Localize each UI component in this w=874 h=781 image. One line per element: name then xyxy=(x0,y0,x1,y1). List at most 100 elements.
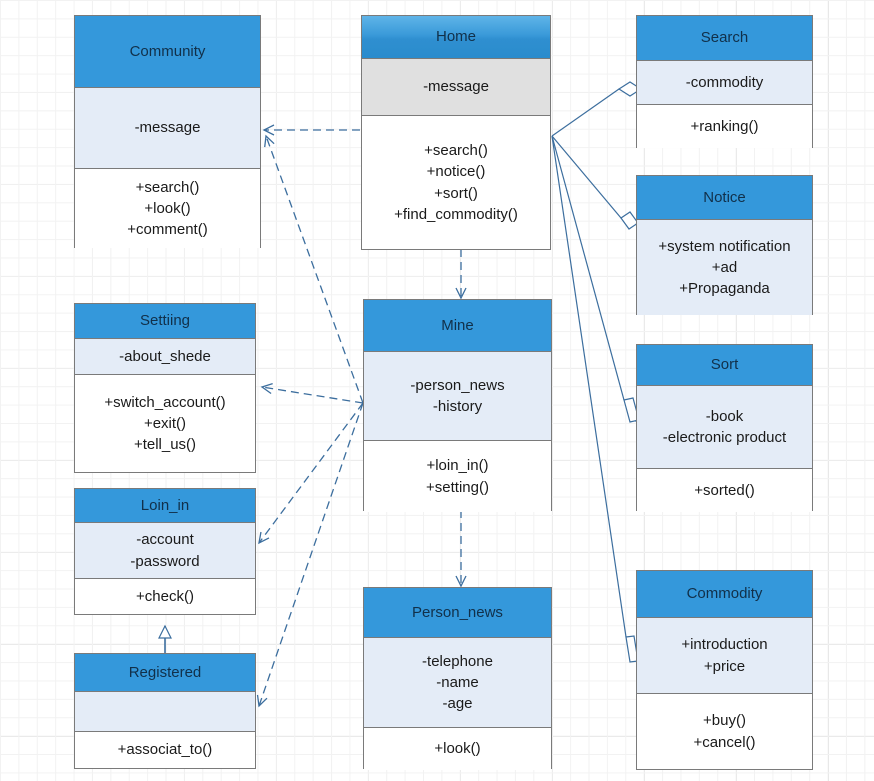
class-title-settiing: Settiing xyxy=(75,304,255,338)
attribute-item: +Propaganda xyxy=(679,280,770,298)
class-operations-commodity: +buy() +cancel() xyxy=(637,693,812,769)
operation-item: +switch_account() xyxy=(104,393,226,411)
uml-class-person-news[interactable]: Person_news -telephone -name -age +look(… xyxy=(363,587,552,770)
class-attributes-loin-in: -account -password xyxy=(75,522,255,578)
edge-home-sort xyxy=(551,135,640,423)
class-name-text: Mine xyxy=(441,316,474,334)
operation-item: +exit() xyxy=(143,414,187,432)
attribute-item: +price xyxy=(703,657,746,675)
class-operations-settiing: +switch_account() +exit() +tell_us() xyxy=(75,374,255,472)
edge-home-search xyxy=(551,81,643,137)
class-name-text: Notice xyxy=(703,188,746,206)
attribute-item: -person_news xyxy=(410,376,505,394)
class-attributes-commodity: +introduction +price xyxy=(637,617,812,693)
class-title-commodity: Commodity xyxy=(637,571,812,617)
attribute-item: -electronic product xyxy=(662,429,787,446)
attribute-item: +system notification xyxy=(658,237,791,255)
uml-class-commodity[interactable]: Commodity +introduction +price +buy() +c… xyxy=(636,570,813,770)
class-title-person-news: Person_news xyxy=(364,588,551,637)
attribute-item: -commodity xyxy=(685,73,764,91)
uml-class-community[interactable]: Community -message +search() +look() +co… xyxy=(74,15,261,248)
uml-class-home[interactable]: Home -message +search() +notice() +sort(… xyxy=(361,15,551,250)
uml-class-registered[interactable]: Registered +associat_to() xyxy=(74,653,256,769)
operation-item: +find_commodity() xyxy=(394,205,518,223)
class-attributes-notice: +system notification +ad +Propaganda xyxy=(637,219,812,315)
class-attributes-person-news: -telephone -name -age xyxy=(364,637,551,727)
attribute-item: +ad xyxy=(711,258,738,276)
class-name-text: Commodity xyxy=(686,585,763,602)
attribute-item: -account xyxy=(136,531,194,549)
class-operations-registered: +associat_to() xyxy=(75,731,255,768)
class-title-sort: Sort xyxy=(637,345,812,385)
attribute-item: -telephone xyxy=(422,652,493,670)
attribute-item: -age xyxy=(442,695,473,713)
edge-mine-loin-in xyxy=(258,402,364,545)
class-operations-community: +search() +look() +comment() xyxy=(75,168,260,248)
attribute-item: -about_shede xyxy=(119,347,211,365)
operation-item: +sort() xyxy=(434,184,478,202)
uml-class-loin-in[interactable]: Loin_in -account -password +check() xyxy=(74,488,256,615)
class-name-text: Community xyxy=(129,42,206,60)
operation-item: +sorted() xyxy=(694,481,755,499)
class-operations-sort: +sorted() xyxy=(637,468,812,512)
operation-item: +associat_to() xyxy=(117,741,213,759)
attribute-item: -name xyxy=(436,673,479,691)
uml-class-mine[interactable]: Mine -person_news -history +loin_in() +s… xyxy=(363,299,552,512)
operation-item: +look() xyxy=(434,740,481,758)
operation-item: +search() xyxy=(424,141,488,159)
operation-item: +comment() xyxy=(127,221,208,239)
class-name-text: Person_news xyxy=(412,603,503,621)
attribute-item: -message xyxy=(423,78,489,96)
uml-class-sort[interactable]: Sort -book -electronic product +sorted() xyxy=(636,344,813,512)
operation-item: +look() xyxy=(144,199,191,217)
operation-item: +buy() xyxy=(703,712,746,730)
uml-class-notice[interactable]: Notice +system notification +ad +Propaga… xyxy=(636,175,813,315)
edge-home-notice xyxy=(551,135,639,230)
operation-item: +notice() xyxy=(426,163,486,181)
class-attributes-search: -commodity xyxy=(637,60,812,104)
operation-item: +search() xyxy=(135,178,200,196)
edge-home-commodity xyxy=(551,135,639,663)
attribute-item: +introduction xyxy=(681,636,768,654)
operation-item: +loin_in() xyxy=(426,457,489,475)
attribute-item: -password xyxy=(130,552,200,570)
class-operations-mine: +loin_in() +setting() xyxy=(364,440,551,512)
class-attributes-sort: -book -electronic product xyxy=(637,385,812,468)
operation-item: +check() xyxy=(136,587,194,605)
operation-item: +cancel() xyxy=(693,733,756,751)
class-title-notice: Notice xyxy=(637,176,812,219)
class-title-community: Community xyxy=(75,16,260,87)
class-attributes-community: -message xyxy=(75,87,260,168)
class-title-home: Home xyxy=(362,16,550,58)
operation-item: +setting() xyxy=(426,478,489,496)
attribute-item: -message xyxy=(134,119,201,137)
diagram-canvas: Community -message +search() +look() +co… xyxy=(0,0,874,781)
class-name-text: Loin_in xyxy=(140,496,190,514)
class-title-search: Search xyxy=(637,16,812,60)
uml-class-settiing[interactable]: Settiing -about_shede +switch_account() … xyxy=(74,303,256,473)
class-name-text: Registered xyxy=(128,663,202,681)
class-attributes-mine: -person_news -history xyxy=(364,351,551,440)
attribute-item: -history xyxy=(432,398,483,415)
class-name-text: Home xyxy=(435,28,476,45)
uml-class-search[interactable]: Search -commodity +ranking() xyxy=(636,15,813,148)
class-name-text: Sort xyxy=(710,356,739,373)
edge-mine-registered xyxy=(256,402,364,708)
class-operations-home: +search() +notice() +sort() +find_commod… xyxy=(362,115,550,249)
class-operations-loin-in: +check() xyxy=(75,578,255,614)
class-operations-person-news: +look() xyxy=(364,727,551,770)
class-attributes-home: -message xyxy=(362,58,550,115)
class-name-text: Search xyxy=(700,29,749,46)
edge-mine-community xyxy=(264,134,364,404)
operation-item: +tell_us() xyxy=(133,436,197,454)
class-name-text: Settiing xyxy=(139,312,191,329)
edge-mine-settiing xyxy=(260,383,364,404)
class-attributes-registered xyxy=(75,691,255,731)
attribute-item: -book xyxy=(705,407,744,425)
class-title-mine: Mine xyxy=(364,300,551,351)
class-title-registered: Registered xyxy=(75,654,255,691)
class-title-loin-in: Loin_in xyxy=(75,489,255,522)
operation-item: +ranking() xyxy=(690,117,759,135)
class-attributes-settiing: -about_shede xyxy=(75,338,255,374)
class-operations-search: +ranking() xyxy=(637,104,812,148)
